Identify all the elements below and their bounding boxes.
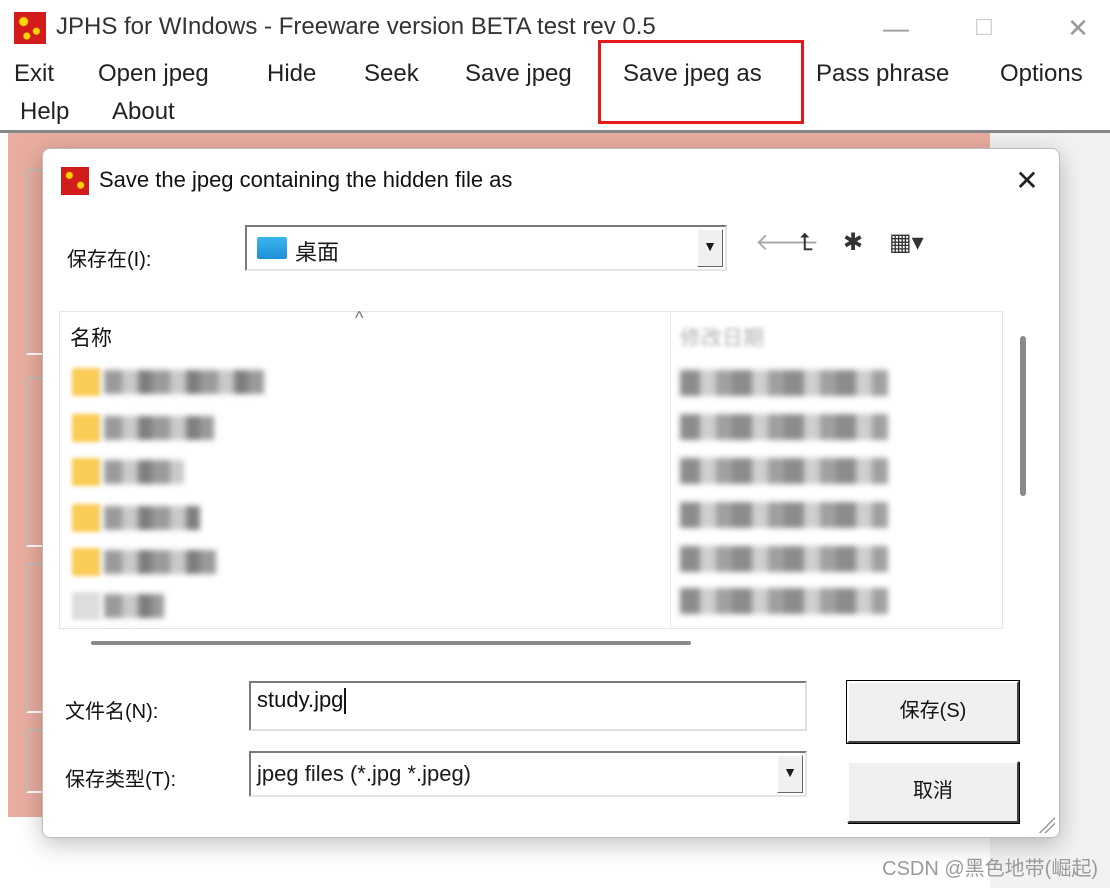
filetype-label: 保存类型(T): (65, 769, 177, 791)
file-date-cell (680, 458, 888, 484)
menu-help[interactable]: Help (20, 98, 69, 126)
file-list-item[interactable] (60, 414, 320, 442)
view-menu-icon[interactable]: ▦▾ (889, 229, 924, 257)
sort-ascending-icon: ^ (355, 308, 364, 328)
file-date-cell (680, 588, 888, 614)
save-button[interactable]: 保存(S) (846, 680, 1020, 744)
column-divider (670, 312, 671, 630)
save-in-dropdown-arrow[interactable]: ▼ (697, 229, 723, 267)
file-date-cell (680, 370, 888, 396)
menu-pass-phrase[interactable]: Pass phrase (816, 60, 949, 88)
minimize-icon[interactable]: — (876, 10, 916, 46)
menu-save-jpeg[interactable]: Save jpeg (465, 60, 572, 88)
file-list-item[interactable] (60, 548, 320, 576)
file-list-item[interactable] (60, 458, 320, 486)
menu-save-jpeg-as[interactable]: Save jpeg as (623, 60, 762, 88)
filetype-combo[interactable]: jpeg files (*.jpg *.jpeg) ▼ (249, 751, 807, 797)
save-in-value: 桌面 (295, 240, 340, 265)
dialog-app-icon (61, 167, 89, 195)
column-header-name[interactable]: 名称 (70, 322, 112, 352)
main-window: JPHS for WIndows - Freeware version BETA… (0, 0, 1110, 888)
menu-options[interactable]: Options (1000, 60, 1083, 88)
save-as-dialog: Save the jpeg containing the hidden file… (42, 148, 1060, 838)
chevron-down-icon: ▼ (703, 238, 717, 254)
dialog-title: Save the jpeg containing the hidden file… (99, 167, 513, 192)
menu-bar: Exit Open jpeg Hide Seek Save jpeg Save … (0, 40, 1110, 132)
file-date-cell (680, 546, 888, 572)
filename-input[interactable]: study.jpg (249, 681, 807, 731)
menu-about[interactable]: About (112, 98, 175, 126)
text-cursor (344, 688, 347, 715)
file-list-item[interactable] (60, 592, 320, 620)
jphs-app-icon (14, 12, 46, 44)
file-date-cell (680, 502, 888, 528)
vertical-scrollbar-thumb[interactable] (1020, 336, 1026, 496)
maximize-icon[interactable]: ☐ (964, 10, 1004, 46)
save-in-combo[interactable]: 桌面 ▼ (245, 225, 727, 271)
file-list-item[interactable] (60, 504, 320, 532)
watermark: CSDN @黑色地带(崛起) (882, 858, 1098, 880)
resize-grip-icon[interactable] (1037, 815, 1055, 833)
filetype-dropdown-arrow[interactable]: ▼ (777, 755, 803, 793)
filename-value: study.jpg (257, 687, 344, 712)
chevron-down-icon: ▼ (783, 764, 797, 780)
dialog-close-icon[interactable]: ✕ (1007, 163, 1047, 199)
menu-seek[interactable]: Seek (364, 60, 419, 88)
cancel-button[interactable]: 取消 (847, 761, 1019, 823)
filetype-value: jpeg files (*.jpg *.jpeg) (257, 761, 472, 786)
file-date-cell (680, 414, 888, 440)
up-folder-icon[interactable]: ⮤ (799, 229, 813, 257)
desktop-folder-icon (257, 237, 287, 259)
menu-hide[interactable]: Hide (267, 60, 316, 88)
window-title: JPHS for WIndows - Freeware version BETA… (56, 13, 656, 40)
horizontal-scrollbar-thumb[interactable] (91, 641, 691, 645)
column-header-date[interactable]: 修改日期 (680, 322, 764, 352)
title-bar: JPHS for WIndows - Freeware version BETA… (0, 0, 1110, 56)
new-folder-icon[interactable]: ✱ (843, 229, 863, 257)
save-in-label: 保存在(I): (67, 249, 152, 271)
filename-label: 文件名(N): (65, 701, 159, 723)
file-list-item[interactable] (60, 368, 320, 396)
menu-exit[interactable]: Exit (14, 60, 54, 88)
close-icon[interactable]: ✕ (1058, 10, 1098, 46)
menu-open-jpeg[interactable]: Open jpeg (98, 60, 209, 88)
file-list[interactable]: ^ 名称 修改日期 (59, 308, 1026, 630)
